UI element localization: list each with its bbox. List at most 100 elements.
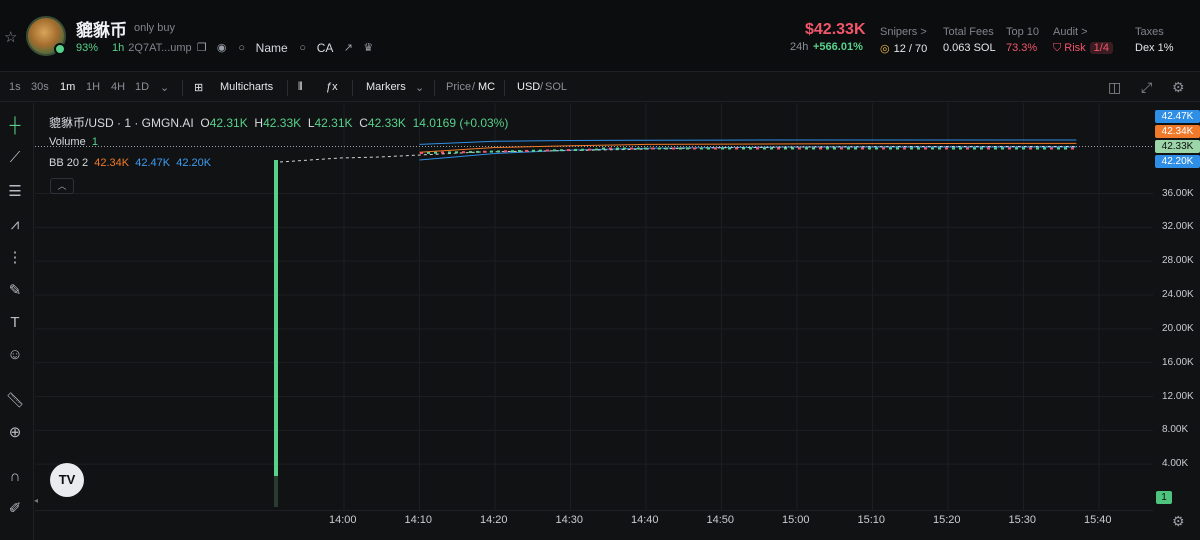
crosshair-icon[interactable]: ┼ [5, 116, 25, 136]
external-link-icon[interactable]: ↗ [342, 42, 354, 54]
candle [434, 151, 437, 154]
interval-4h[interactable]: 4H [111, 81, 125, 93]
chevron-down-icon[interactable]: ⌄ [415, 81, 424, 94]
candle [1029, 147, 1032, 150]
stat-value: Dex 1% [1135, 42, 1174, 54]
candle [966, 147, 969, 150]
candle [728, 147, 731, 150]
candle [924, 147, 927, 150]
x-tick-label: 15:20 [933, 514, 961, 526]
candle [679, 147, 682, 150]
candle [483, 150, 486, 153]
ruler-icon[interactable]: 📏︎ [5, 391, 25, 411]
x-tick-label: 15:00 [782, 514, 810, 526]
stat-audit[interactable]: Audit > ⛉ Risk 1/4 [1053, 26, 1113, 55]
volume-legend: Volume 1 [49, 136, 98, 148]
holder-percent: 93% [76, 42, 99, 54]
settings-icon[interactable]: ⚙ [1172, 79, 1185, 96]
emoji-icon[interactable]: ☺ [5, 345, 25, 365]
candles [274, 146, 1075, 507]
candle [448, 151, 451, 154]
stat-total-fees: Total Fees 0.063 SOL [943, 26, 996, 54]
candle [994, 147, 997, 150]
mc-toggle[interactable]: MC [478, 81, 495, 93]
x-tick-label: 15:10 [857, 514, 886, 526]
candle [889, 147, 892, 150]
candle [427, 151, 430, 154]
candle [553, 149, 556, 152]
candle [525, 149, 528, 152]
interval-30s[interactable]: 30s [31, 81, 49, 93]
candle [707, 147, 710, 150]
plus-square-icon[interactable]: ⊞ [194, 81, 203, 94]
settings-icon[interactable]: ⚙ [1172, 513, 1185, 530]
candle [721, 147, 724, 150]
magnet-icon[interactable]: ∩ [5, 467, 25, 487]
token-header: ☆ 貔貅币 only buy 93% 1h 2Q7AT...ump ❐ ◉ ○ … [0, 0, 1200, 72]
scroll-left-icon[interactable]: ◂ [34, 496, 38, 505]
camera-icon[interactable]: ◫ [1108, 79, 1121, 96]
fullscreen-icon[interactable]: ⤢ [1141, 79, 1152, 96]
candle [959, 147, 962, 150]
zoom-in-icon[interactable]: ⊕ [5, 423, 25, 443]
fib-icon[interactable]: ⋮ [5, 248, 25, 268]
search-icon[interactable]: ○ [236, 42, 248, 54]
x-tick-label: 15:30 [1008, 514, 1037, 526]
candle [686, 147, 689, 150]
volume-bar [274, 476, 278, 507]
candle [609, 147, 612, 150]
text-icon[interactable]: T [5, 313, 25, 333]
brush-icon[interactable]: ✎ [5, 281, 25, 301]
candle [917, 147, 920, 150]
contract-address[interactable]: 2Q7AT...ump [128, 42, 191, 54]
tradingview-logo: TV [50, 463, 84, 497]
bb-lower: 42.20K [176, 157, 212, 169]
search-icon[interactable]: ○ [297, 42, 309, 54]
lock-pencil-icon[interactable]: ✐ [5, 499, 25, 519]
close-value: 42.33K [367, 116, 406, 130]
star-icon[interactable]: ☆ [4, 30, 20, 46]
trend-line-icon[interactable]: ⟋ [5, 148, 25, 168]
horizontal-lines-icon[interactable]: ☰ [5, 182, 25, 202]
coin-icon[interactable]: ◉ [216, 42, 228, 54]
candle [931, 147, 934, 150]
interval-1m[interactable]: 1m [60, 81, 75, 93]
sol-toggle[interactable]: SOL [545, 81, 567, 93]
price-toggle[interactable]: Price [446, 81, 471, 93]
candle [854, 147, 857, 150]
candles-icon[interactable]: ⫴ [298, 81, 303, 94]
indicators-icon[interactable]: ƒx [326, 81, 338, 93]
stat-value: 12 / 70 [893, 43, 928, 55]
copy-icon[interactable]: ❐ [196, 42, 208, 54]
chevron-down-icon[interactable]: ⌄ [160, 81, 169, 94]
divider [352, 80, 353, 96]
bb-upper: 42.47K [135, 157, 171, 169]
candle [511, 150, 514, 153]
multicharts-button[interactable]: Multicharts [220, 81, 273, 93]
stat-label: Total Fees [943, 26, 994, 38]
interval-1h[interactable]: 1H [86, 81, 100, 93]
collapse-legend-button[interactable]: ︿ [50, 178, 74, 194]
candle [1071, 147, 1074, 150]
divider [434, 80, 435, 96]
search-ca-link[interactable]: CA [317, 41, 334, 55]
candle [651, 147, 654, 150]
chart-toolbar: 1s 30s 1m 1H 4H 1D ⌄ ⊞ Multicharts ⫴ ƒx … [0, 74, 1200, 102]
launch-candle [274, 160, 278, 476]
candle [700, 147, 703, 150]
interval-1d[interactable]: 1D [135, 81, 149, 93]
crown-icon[interactable]: ♛ [362, 42, 374, 54]
usd-toggle[interactable]: USD [517, 81, 540, 93]
candle [840, 147, 843, 150]
search-name-link[interactable]: Name [256, 41, 288, 55]
candle [1001, 147, 1004, 150]
time-axis[interactable] [35, 510, 1153, 540]
shield-icon: ⛉ [1053, 42, 1062, 54]
series-bb-lower [419, 146, 1077, 161]
pattern-icon[interactable]: ⩘ [5, 215, 25, 235]
stat-label: Audit > [1053, 26, 1088, 38]
markers-button[interactable]: Markers [366, 81, 406, 93]
stat-snipers[interactable]: Snipers > ◎ 12 / 70 [880, 26, 927, 55]
interval-1s[interactable]: 1s [9, 81, 21, 93]
candle [812, 147, 815, 150]
